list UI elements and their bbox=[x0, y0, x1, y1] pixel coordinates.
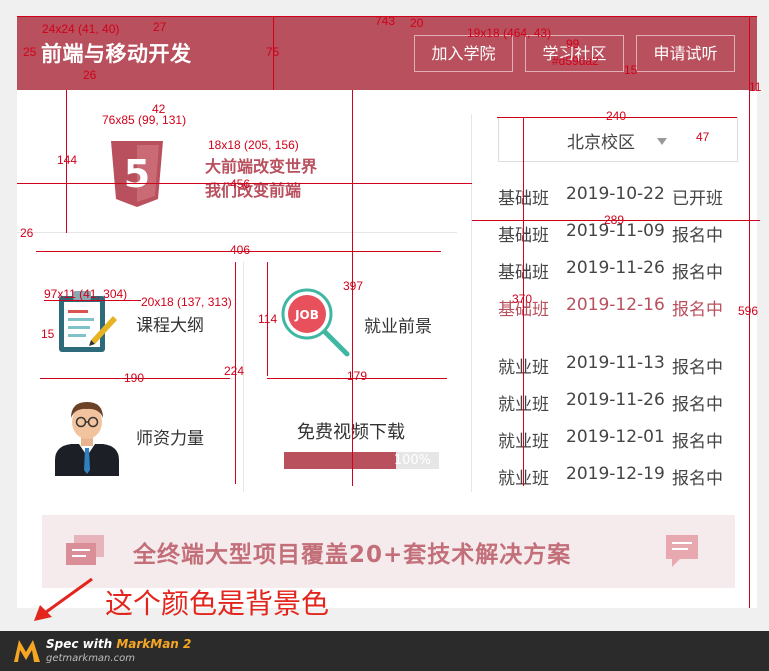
spec-label: 596 bbox=[738, 304, 759, 318]
html5-logo-text: 5 bbox=[124, 152, 150, 196]
background-color-note: 这个颜色是背景色 bbox=[105, 587, 330, 620]
spec-label: 26 bbox=[83, 68, 97, 82]
class-status: 报名中 bbox=[672, 432, 723, 452]
job-prospects-label: 就业前景 bbox=[364, 317, 432, 337]
spec-label: 76x85 (99, 131) bbox=[102, 113, 187, 127]
document-icon bbox=[66, 535, 104, 565]
class-date: 2019-12-19 bbox=[566, 464, 665, 484]
spec-label: 11 bbox=[749, 80, 762, 94]
spec-label: 743 bbox=[375, 14, 396, 28]
class-date: 2019-11-26 bbox=[566, 390, 665, 410]
class-status: 报名中 bbox=[672, 358, 723, 378]
promo-banner[interactable]: 全终端大型项目覆盖20+套技术解决方案 bbox=[42, 515, 735, 588]
spec-label: 75 bbox=[266, 45, 280, 59]
markman-logo-icon bbox=[14, 640, 40, 662]
job-search-icon: JOB bbox=[281, 288, 350, 357]
spec-label: 179 bbox=[347, 369, 368, 383]
spec-label: 26 bbox=[20, 226, 34, 240]
class-status: 报名中 bbox=[672, 300, 723, 320]
class-status: 报名中 bbox=[672, 226, 723, 246]
spec-label: 370 bbox=[512, 292, 533, 306]
page-content: 前端与移动开发 加入学院 学习社区 申请试听 5 大前端改变世界 我们改变前端 … bbox=[17, 16, 757, 608]
spec-label: 224 bbox=[224, 364, 245, 378]
campus-selected: 北京校区 bbox=[567, 133, 635, 153]
class-status: 已开班 bbox=[672, 189, 723, 209]
job-prospects-tile[interactable]: JOB 就业前景 bbox=[267, 278, 457, 378]
slogan-line-1: 大前端改变世界 bbox=[205, 157, 318, 176]
spec-label: 144 bbox=[57, 153, 78, 167]
spec-label: 27 bbox=[153, 20, 167, 34]
spec-label: 456 bbox=[230, 177, 251, 191]
class-date: 2019-12-01 bbox=[566, 427, 665, 447]
spec-label: 397 bbox=[343, 279, 364, 293]
download-progress-bar: 100% bbox=[284, 452, 439, 469]
spec-label: 25 bbox=[23, 45, 37, 59]
apply-trial-button[interactable]: 申请试听 bbox=[636, 35, 735, 72]
footer-title-brand: MarkMan 2 bbox=[116, 637, 192, 651]
class-date: 2019-11-26 bbox=[566, 258, 665, 278]
spec-label: 19x18 (464, 43) bbox=[467, 26, 552, 40]
class-status: 报名中 bbox=[672, 469, 723, 489]
spec-label: 97x11 (41, 304) bbox=[44, 287, 128, 301]
footer-url[interactable]: getmarkman.com bbox=[46, 653, 135, 664]
site-title[interactable]: 前端与移动开发 bbox=[41, 38, 192, 68]
spec-label: #d59da2 bbox=[552, 54, 599, 68]
spec-label: 190 bbox=[124, 371, 145, 385]
spec-label: 15 bbox=[624, 63, 638, 77]
class-status: 报名中 bbox=[672, 263, 723, 283]
job-badge-text: JOB bbox=[294, 308, 319, 322]
download-progress-text: 100% bbox=[393, 453, 431, 468]
free-video-download-title[interactable]: 免费视频下载 bbox=[297, 418, 405, 444]
column-divider bbox=[471, 114, 472, 492]
footer-title-prefix: Spec with bbox=[46, 637, 117, 651]
banner-text: 全终端大型项目覆盖20+套技术解决方案 bbox=[133, 542, 572, 568]
teachers-label: 师资力量 bbox=[136, 429, 204, 449]
spec-label: 15 bbox=[41, 327, 55, 341]
hero-divider bbox=[17, 232, 457, 233]
spec-label: 47 bbox=[696, 130, 710, 144]
class-date: 2019-11-13 bbox=[566, 353, 665, 373]
spec-label: 114 bbox=[258, 312, 278, 326]
download-progress-fill bbox=[284, 452, 396, 469]
class-date: 2019-10-22 bbox=[566, 184, 665, 204]
markman-footer: Spec with MarkMan 2 getmarkman.com bbox=[0, 631, 769, 671]
slogan: 大前端改变世界 我们改变前端 bbox=[205, 155, 317, 203]
annotation-arrow-icon bbox=[34, 577, 93, 621]
spec-label: 289 bbox=[604, 213, 625, 227]
class-date: 2019-12-16 bbox=[566, 295, 665, 315]
spec-label: 240 bbox=[606, 109, 627, 123]
teachers-tile[interactable]: 师资力量 bbox=[41, 394, 241, 494]
join-college-button[interactable]: 加入学院 bbox=[414, 35, 513, 72]
chevron-down-icon bbox=[657, 138, 667, 145]
class-status: 报名中 bbox=[672, 395, 723, 415]
spec-label: 406 bbox=[230, 243, 251, 257]
html5-logo-icon: 5 bbox=[111, 141, 163, 207]
syllabus-label: 课程大纲 bbox=[136, 316, 204, 336]
spec-label: 20 bbox=[410, 16, 424, 30]
spec-label: 99 bbox=[566, 37, 580, 51]
teacher-avatar-icon bbox=[55, 402, 119, 476]
spec-label: 20x18 (137, 313) bbox=[141, 295, 232, 309]
footer-title[interactable]: Spec with MarkMan 2 bbox=[46, 637, 191, 651]
spec-label: 18x18 (205, 156) bbox=[208, 138, 299, 152]
spec-label: 24x24 (41, 40) bbox=[42, 22, 120, 36]
chat-bubble-icon bbox=[666, 535, 698, 567]
